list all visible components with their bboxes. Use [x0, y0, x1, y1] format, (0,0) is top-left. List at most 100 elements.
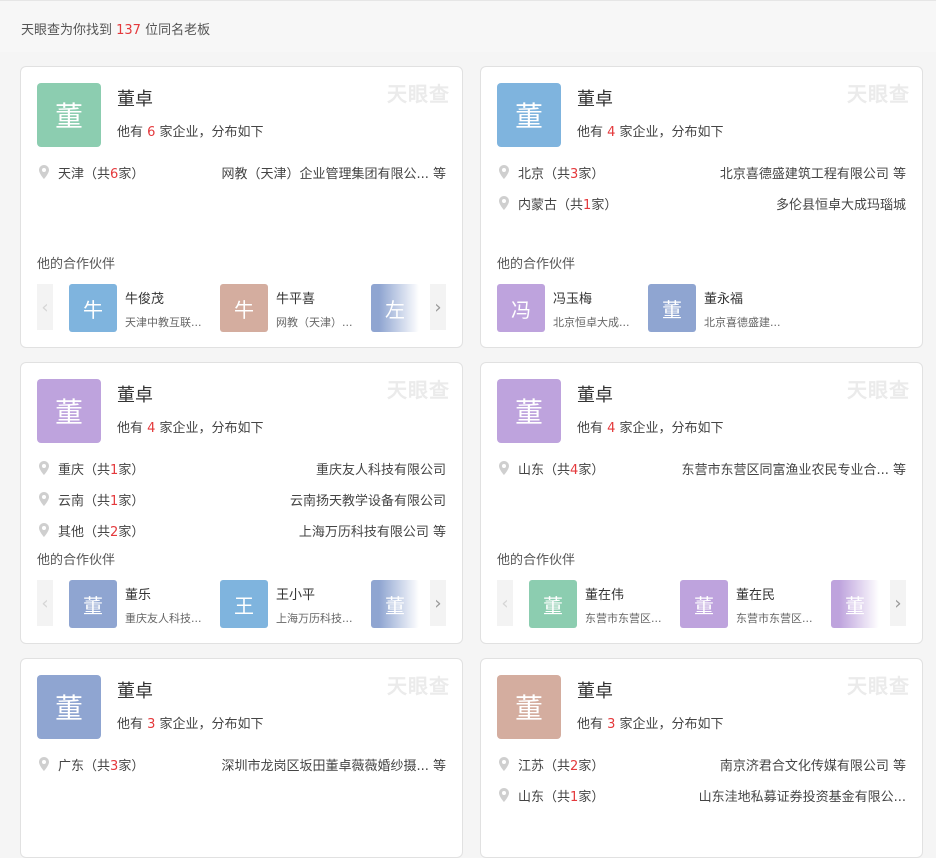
tianyancha-watermark: 天眼查 — [387, 378, 450, 402]
company-count-text: 他有 4 家企业，分布如下 — [117, 421, 264, 436]
location-row: 天津（共6家） 网教（天津）企业管理集团有限公... 等 — [39, 163, 446, 183]
company-link[interactable]: 网教（天津）企业管理集团有限公... 等 — [221, 163, 446, 182]
tianyancha-watermark: 天眼查 — [847, 378, 910, 402]
boss-name[interactable]: 董卓 — [117, 85, 153, 111]
boss-avatar[interactable]: 董 — [37, 675, 101, 739]
boss-name[interactable]: 董卓 — [117, 381, 153, 407]
company-count-text: 他有 4 家企业，分布如下 — [577, 125, 724, 140]
partner-company: 北京喜德盛建... — [704, 316, 781, 329]
location-pin-icon — [39, 165, 49, 179]
result-count: 137 — [116, 23, 141, 38]
boss-card[interactable]: 董 天眼查 董卓 他有 6 家企业，分布如下 天津（共6家） 网教（天津）企业管… — [20, 66, 463, 348]
partner-avatar: 董 — [69, 580, 117, 628]
partner-name[interactable]: 牛俊茂 — [125, 288, 164, 307]
partners-title: 他的合作伙伴 — [497, 553, 576, 568]
partner-avatar: 董 — [648, 284, 696, 332]
location-pin-icon — [499, 757, 509, 771]
result-summary: 天眼查为你找到 137 位同名老板 — [21, 23, 211, 38]
company-link[interactable]: 南京济君合文化传媒有限公司 等 — [720, 755, 906, 774]
partner-item[interactable]: 牛 牛平喜 网教（天津）... — [220, 284, 370, 332]
partner-item[interactable]: 董 董在民 东营市东营区... — [680, 580, 830, 628]
company-link[interactable]: 多伦县恒卓大成玛瑙城 — [776, 194, 906, 213]
boss-card[interactable]: 董 天眼查 董卓 他有 4 家企业，分布如下 北京（共3家） 北京喜德盛建筑工程… — [480, 66, 923, 348]
region-label: 重庆（共1家） — [58, 463, 145, 478]
boss-name[interactable]: 董卓 — [577, 381, 613, 407]
partners-title: 他的合作伙伴 — [37, 553, 116, 568]
partner-company: 重庆友人科技... — [125, 612, 202, 625]
tianyancha-watermark: 天眼查 — [387, 674, 450, 698]
partner-item[interactable]: 冯 冯玉梅 北京恒卓大成... — [497, 284, 647, 332]
boss-avatar[interactable]: 董 — [37, 83, 101, 147]
partner-avatar: 王 — [220, 580, 268, 628]
boss-card[interactable]: 董 天眼查 董卓 他有 3 家企业，分布如下 江苏（共2家） 南京济君合文化传媒… — [480, 658, 923, 858]
carousel-fade — [379, 284, 419, 332]
boss-name[interactable]: 董卓 — [577, 677, 613, 703]
partner-name[interactable]: 董乐 — [125, 584, 151, 603]
partner-name[interactable]: 牛平喜 — [276, 288, 315, 307]
boss-name[interactable]: 董卓 — [577, 85, 613, 111]
company-link[interactable]: 云南扬天教学设备有限公司 — [290, 490, 446, 509]
boss-name[interactable]: 董卓 — [117, 677, 153, 703]
partner-item[interactable]: 王 王小平 上海万历科技... — [220, 580, 370, 628]
carousel-next-button[interactable]: › — [430, 284, 446, 330]
partners-carousel: ‹ 牛 牛俊茂 天津中教互联... 牛 牛平喜 网教（天津）... 左 › — [37, 284, 446, 332]
location-row: 山东（共4家） 东营市东营区同富渔业农民专业合... 等 — [499, 459, 906, 479]
boss-card[interactable]: 董 天眼查 董卓 他有 4 家企业，分布如下 山东（共4家） 东营市东营区同富渔… — [480, 362, 923, 644]
partners-title: 他的合作伙伴 — [497, 257, 576, 272]
company-link[interactable]: 深圳市龙岗区坂田董卓薇薇婚纱摄... 等 — [221, 755, 446, 774]
location-pin-icon — [499, 165, 509, 179]
location-pin-icon — [39, 757, 49, 771]
partner-name[interactable]: 董在民 — [736, 584, 775, 603]
partner-item[interactable]: 董 董永福 北京喜德盛建... — [648, 284, 798, 332]
boss-avatar[interactable]: 董 — [497, 675, 561, 739]
partner-avatar: 牛 — [69, 284, 117, 332]
location-pin-icon — [499, 788, 509, 802]
company-count-text: 他有 6 家企业，分布如下 — [117, 125, 264, 140]
boss-card[interactable]: 董 天眼查 董卓 他有 3 家企业，分布如下 广东（共3家） 深圳市龙岗区坂田董… — [20, 658, 463, 858]
location-row: 内蒙古（共1家） 多伦县恒卓大成玛瑙城 — [499, 194, 906, 214]
boss-avatar[interactable]: 董 — [497, 379, 561, 443]
company-link[interactable]: 上海万历科技有限公司 等 — [299, 521, 446, 540]
carousel-next-button[interactable]: › — [890, 580, 906, 626]
tianyancha-watermark: 天眼查 — [847, 82, 910, 106]
partners-carousel: ‹ 董 董在伟 东营市东营区... 董 董在民 东营市东营区... 董 › — [497, 580, 906, 628]
partner-name[interactable]: 董在伟 — [585, 584, 624, 603]
boss-card[interactable]: 董 天眼查 董卓 他有 4 家企业，分布如下 重庆（共1家） 重庆友人科技有限公… — [20, 362, 463, 644]
partner-avatar: 冯 — [497, 284, 545, 332]
carousel-prev-button[interactable]: ‹ — [37, 284, 53, 330]
partner-company: 东营市东营区... — [736, 612, 813, 625]
company-count-text: 他有 3 家企业，分布如下 — [117, 717, 264, 732]
company-link[interactable]: 重庆友人科技有限公司 — [316, 459, 446, 478]
region-label: 天津（共6家） — [58, 167, 145, 182]
company-link[interactable]: 北京喜德盛建筑工程有限公司 等 — [720, 163, 906, 182]
company-count-text: 他有 4 家企业，分布如下 — [577, 421, 724, 436]
partner-name[interactable]: 董永福 — [704, 288, 743, 307]
partner-name[interactable]: 冯玉梅 — [553, 288, 592, 307]
partner-item[interactable]: 牛 牛俊茂 天津中教互联... — [69, 284, 219, 332]
partner-item[interactable]: 董 董在伟 东营市东营区... — [529, 580, 679, 628]
region-label: 广东（共3家） — [58, 759, 145, 774]
location-row: 重庆（共1家） 重庆友人科技有限公司 — [39, 459, 446, 479]
boss-avatar[interactable]: 董 — [497, 83, 561, 147]
region-label: 其他（共2家） — [58, 525, 145, 540]
boss-avatar[interactable]: 董 — [37, 379, 101, 443]
carousel-next-button[interactable]: › — [430, 580, 446, 626]
company-link[interactable]: 山东洼地私募证券投资基金有限公... — [699, 786, 906, 805]
location-pin-icon — [39, 523, 49, 537]
partners-title: 他的合作伙伴 — [37, 257, 116, 272]
partner-item[interactable]: 董 董乐 重庆友人科技... — [69, 580, 219, 628]
location-row: 云南（共1家） 云南扬天教学设备有限公司 — [39, 490, 446, 510]
partner-name[interactable]: 王小平 — [276, 584, 315, 603]
partner-company: 网教（天津）... — [276, 316, 353, 329]
partner-company: 天津中教互联... — [125, 316, 202, 329]
location-row: 江苏（共2家） 南京济君合文化传媒有限公司 等 — [499, 755, 906, 775]
location-row: 广东（共3家） 深圳市龙岗区坂田董卓薇薇婚纱摄... 等 — [39, 755, 446, 775]
carousel-prev-button[interactable]: ‹ — [497, 580, 513, 626]
tianyancha-watermark: 天眼查 — [847, 674, 910, 698]
carousel-fade — [379, 580, 419, 628]
tianyancha-watermark: 天眼查 — [387, 82, 450, 106]
carousel-prev-button[interactable]: ‹ — [37, 580, 53, 626]
partners-carousel: 冯 冯玉梅 北京恒卓大成... 董 董永福 北京喜德盛建... — [497, 284, 906, 332]
company-link[interactable]: 东营市东营区同富渔业农民专业合... 等 — [681, 459, 906, 478]
partner-avatar: 董 — [680, 580, 728, 628]
